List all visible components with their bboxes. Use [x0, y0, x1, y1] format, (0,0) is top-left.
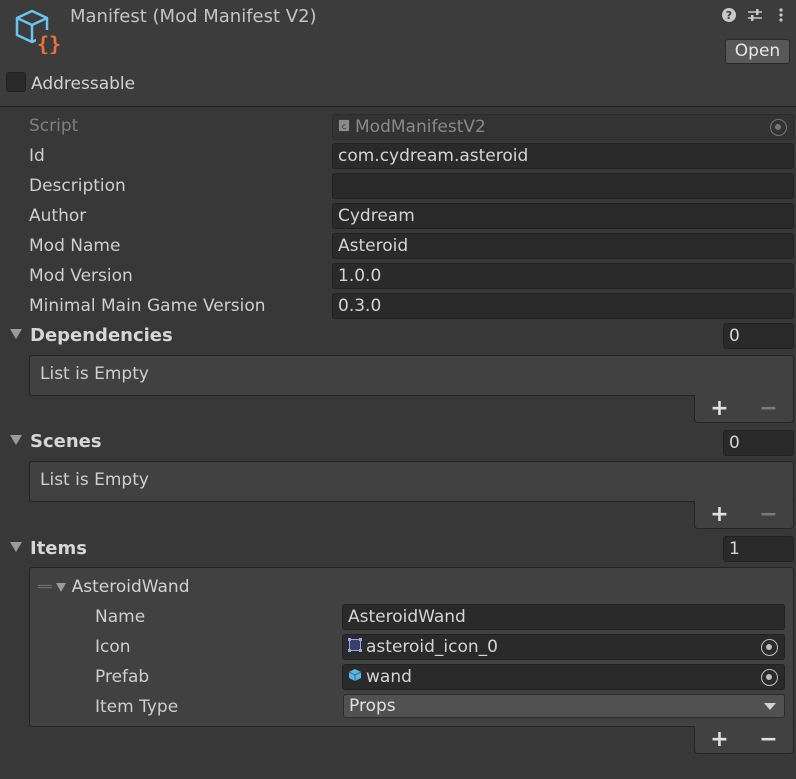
dependencies-count-input[interactable]: 0: [723, 323, 794, 349]
foldout-arrow-icon: [10, 542, 22, 552]
item-name-input[interactable]: AsteroidWand: [342, 604, 785, 630]
item-prefab-label: Prefab: [95, 667, 150, 687]
remove-item-button[interactable]: −: [759, 727, 777, 752]
mod-version-label: Mod Version: [29, 266, 133, 286]
item-prefab-field[interactable]: wand: [342, 664, 785, 690]
scenes-foldout[interactable]: Scenes: [10, 431, 102, 452]
author-input[interactable]: Cydream: [332, 203, 794, 229]
item-element-foldout[interactable]: ══ AsteroidWand: [38, 577, 190, 597]
script-field: c ModManifestV2: [332, 114, 794, 140]
item-type-label: Item Type: [95, 697, 179, 717]
more-vert-icon[interactable]: [772, 6, 790, 24]
dependencies-label: Dependencies: [30, 325, 173, 346]
foldout-arrow-icon: [10, 435, 22, 445]
page-title: Manifest (Mod Manifest V2): [70, 6, 317, 27]
add-dependency-button[interactable]: +: [710, 396, 728, 421]
svg-text:?: ?: [726, 9, 732, 22]
mod-name-input[interactable]: Asteroid: [332, 233, 794, 259]
addressable-label: Addressable: [31, 74, 136, 94]
object-picker-icon[interactable]: [761, 639, 778, 656]
min-game-version-input[interactable]: 0.3.0: [332, 293, 794, 319]
mod-name-label: Mod Name: [29, 236, 121, 256]
header-toolbar: ?: [720, 6, 790, 24]
min-game-version-label: Minimal Main Game Version: [29, 296, 266, 316]
description-input[interactable]: [332, 173, 794, 199]
scenes-count-input[interactable]: 0: [723, 430, 794, 456]
remove-dependency-button[interactable]: −: [759, 396, 777, 421]
inspector-header: {} Manifest (Mod Manifest V2) ? Open Add…: [0, 0, 796, 107]
scenes-list-footer: + −: [694, 501, 794, 529]
item-name-label: Name: [95, 607, 146, 627]
script-value: ModManifestV2: [355, 117, 486, 137]
sprite-icon: [348, 638, 362, 652]
foldout-arrow-icon: [10, 329, 22, 339]
script-label: Script: [29, 116, 79, 136]
item-element-header: AsteroidWand: [71, 577, 190, 597]
items-foldout[interactable]: Items: [10, 538, 87, 559]
add-scene-button[interactable]: +: [710, 502, 728, 527]
items-label: Items: [30, 538, 87, 559]
svg-text:{}: {}: [37, 32, 60, 54]
dependencies-foldout[interactable]: Dependencies: [10, 325, 173, 346]
empty-list-text: List is Empty: [40, 364, 149, 384]
empty-list-text: List is Empty: [40, 470, 149, 490]
drag-handle-icon[interactable]: ══: [38, 580, 52, 595]
author-label: Author: [29, 206, 87, 226]
items-list-footer: + −: [694, 726, 794, 754]
add-item-button[interactable]: +: [710, 727, 728, 752]
item-icon-value: asteroid_icon_0: [366, 637, 498, 657]
chevron-down-icon: [764, 703, 776, 710]
svg-text:c: c: [342, 121, 347, 131]
object-picker-icon[interactable]: [761, 669, 778, 686]
foldout-arrow-icon: [55, 582, 66, 592]
asset-cube-icon: {}: [15, 9, 60, 54]
id-label: Id: [29, 146, 45, 166]
open-button[interactable]: Open: [725, 39, 790, 64]
script-file-icon: c: [338, 119, 350, 131]
addressable-checkbox[interactable]: [6, 72, 26, 92]
dependencies-list-footer: + −: [694, 395, 794, 423]
remove-scene-button[interactable]: −: [759, 502, 777, 527]
item-type-value: Props: [349, 696, 396, 716]
items-count-input[interactable]: 1: [723, 536, 794, 562]
scenes-list: List is Empty: [29, 461, 794, 502]
id-input[interactable]: com.cydream.asteroid: [332, 143, 794, 169]
scenes-label: Scenes: [30, 431, 102, 452]
mod-version-input[interactable]: 1.0.0: [332, 263, 794, 289]
item-icon-field[interactable]: asteroid_icon_0: [342, 634, 785, 660]
description-label: Description: [29, 176, 126, 196]
item-prefab-value: wand: [366, 667, 412, 687]
help-icon[interactable]: ?: [720, 6, 738, 24]
item-icon-label: Icon: [95, 637, 131, 657]
object-picker-icon: [770, 119, 787, 136]
dependencies-list: List is Empty: [29, 355, 794, 396]
item-type-dropdown[interactable]: Props: [343, 694, 785, 718]
settings-sliders-icon[interactable]: [746, 6, 764, 24]
prefab-cube-icon: [348, 669, 362, 681]
